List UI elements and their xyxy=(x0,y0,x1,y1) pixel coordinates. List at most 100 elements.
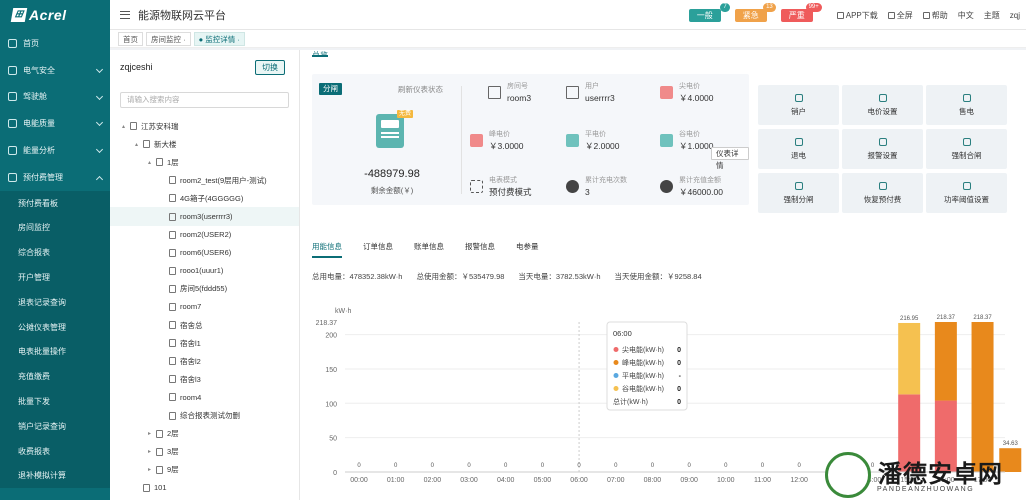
bar-label: 0 xyxy=(724,463,728,469)
chevron-icon xyxy=(95,92,104,100)
tooltip-title: 06:00 xyxy=(613,329,632,338)
tree-node-icon xyxy=(169,212,176,221)
alarm-badge[interactable]: 严重 99+ xyxy=(780,2,822,22)
sidebar-subitem[interactable]: 收费报表 xyxy=(0,438,110,464)
tree-node[interactable]: rooo1(uuur1) xyxy=(110,262,299,280)
info-tab[interactable]: 用能信息 xyxy=(312,241,342,258)
tree-node[interactable]: room3(userrrr3) xyxy=(110,207,299,226)
sidebar-subitem[interactable]: 退表记录查询 xyxy=(0,289,110,315)
sidebar-subitem[interactable]: 退补模拟计算 xyxy=(0,463,110,489)
action-button[interactable]: 销户 xyxy=(758,85,839,125)
x-tick-label: 10:00 xyxy=(717,477,735,484)
sidebar-item[interactable]: 首页 xyxy=(0,30,110,57)
sidebar-subitem[interactable]: 预付费看板 xyxy=(0,190,110,216)
tab-overview[interactable]: 总览 xyxy=(312,50,328,57)
header-link[interactable]: zqj xyxy=(1010,11,1020,20)
action-icon xyxy=(962,181,971,190)
page-tab[interactable]: ● 监控详情 · xyxy=(193,31,245,46)
sidebar-subitem[interactable]: 批量下发 xyxy=(0,389,110,414)
alarm-badge[interactable]: 一般 7 xyxy=(688,2,730,22)
header-link[interactable]: 全屏 xyxy=(887,10,913,21)
action-button[interactable]: 强制合闸 xyxy=(926,129,1007,169)
sidebar-subitem[interactable]: 电表批量操作 xyxy=(0,339,110,365)
tree-toggle-icon[interactable]: ▸ xyxy=(148,466,156,473)
field-label: 尖电价 xyxy=(679,83,700,90)
page-tab[interactable]: 首页 xyxy=(118,31,143,46)
tree-node[interactable]: 综合报表测试勿删 xyxy=(110,407,299,425)
tree-node[interactable]: 宿舍总 xyxy=(110,316,299,334)
info-tabs: 用能信息 订单信息 账单信息 报警信息 电参量 xyxy=(312,241,560,258)
tree-toggle-icon[interactable]: ▸ xyxy=(148,430,156,437)
sidebar-item[interactable]: 预付费管理 xyxy=(0,164,110,191)
tree-node[interactable]: ▸ 3层 xyxy=(110,443,299,461)
switch-button[interactable]: 切换 xyxy=(255,59,285,75)
header-link-label: zqj xyxy=(1009,10,1020,20)
action-button[interactable]: 报警设置 xyxy=(842,129,923,169)
info-tab[interactable]: 报警信息 xyxy=(465,241,495,258)
tooltip-row-label: 总计(kW·h) xyxy=(613,397,648,406)
sidebar-subitem[interactable]: 开户管理 xyxy=(0,265,110,290)
field-label: 累计充值金额 xyxy=(679,177,721,184)
header-link[interactable]: 主题 xyxy=(984,10,1000,21)
field-icon xyxy=(660,134,673,147)
alarm-badge[interactable]: 紧急 13 xyxy=(734,2,776,22)
action-button[interactable]: 售电 xyxy=(926,85,1007,125)
tree-node[interactable]: room2(USER2) xyxy=(110,226,299,244)
tooltip-row-label: 峰电能(kW·h) xyxy=(622,358,664,367)
tree-node-label: 宿舍l1 xyxy=(180,338,201,348)
sidebar-subitem[interactable]: 充值缴费 xyxy=(0,364,110,390)
sidebar-item[interactable]: 电气安全 xyxy=(0,57,110,84)
tree-node[interactable]: 宿舍l1 xyxy=(110,334,299,352)
tree-node[interactable]: 4G箱子(4GGGGG) xyxy=(110,189,299,207)
action-button[interactable]: 功率阈值设置 xyxy=(926,173,1007,213)
sidebar-subitem[interactable]: 房间监控 xyxy=(0,215,110,241)
action-button[interactable]: 强制分闸 xyxy=(758,173,839,213)
bar-label: 0 xyxy=(541,463,545,469)
sidebar-item[interactable]: 驾驶舱 xyxy=(0,84,110,111)
bar-label: 0 xyxy=(394,463,398,469)
tree-node-label: room2(USER2) xyxy=(180,230,232,240)
meter-detail-button[interactable]: 仪表详情 xyxy=(711,147,749,170)
field-value: ￥46000.00 xyxy=(679,187,723,197)
sidebar-subitem[interactable]: 销户记录查询 xyxy=(0,413,110,439)
logo[interactable]: ⊞ Acrel xyxy=(0,0,110,30)
tree-node[interactable]: ▴ 江苏安科瑞 xyxy=(110,117,299,135)
tree-node[interactable]: ▸ 9层 xyxy=(110,461,299,479)
tree-toggle-icon[interactable]: ▴ xyxy=(148,159,156,166)
info-tab[interactable]: 账单信息 xyxy=(414,241,444,258)
tree-node[interactable]: 101 xyxy=(110,479,299,497)
tree-toggle-icon[interactable]: ▸ xyxy=(148,448,156,455)
watermark-logo-icon xyxy=(825,452,871,498)
action-button[interactable]: 电价设置 xyxy=(842,85,923,125)
tree-node[interactable]: 房间5(fddd55) xyxy=(110,280,299,298)
tree-search-input[interactable]: 请输入搜索内容 xyxy=(120,92,289,108)
header-link[interactable]: 帮助 xyxy=(922,10,948,21)
header-link[interactable]: APP下载 xyxy=(836,10,878,21)
page-tab[interactable]: 房间监控 · xyxy=(146,31,191,46)
action-button[interactable]: 退电 xyxy=(758,129,839,169)
refresh-meter-status[interactable]: 刷新仪表状态 xyxy=(398,84,443,95)
tree-node[interactable]: 宿舍l3 xyxy=(110,370,299,388)
action-button[interactable]: 恢复预付费 xyxy=(842,173,923,213)
tree-node[interactable]: room4 xyxy=(110,388,299,406)
tree-node[interactable]: ▴ 新大楼 xyxy=(110,135,299,153)
menu-toggle-icon[interactable] xyxy=(120,10,130,19)
tree-node-label: room4 xyxy=(180,392,202,402)
tree-toggle-icon[interactable]: ▴ xyxy=(122,123,130,130)
sidebar-subitem[interactable]: 公摊仪表管理 xyxy=(0,314,110,340)
action-icon xyxy=(794,93,803,102)
tree-node[interactable]: room6(USER6) xyxy=(110,244,299,262)
tree-toggle-icon[interactable]: ▴ xyxy=(135,141,143,148)
info-tab[interactable]: 订单信息 xyxy=(363,241,393,258)
info-field: 峰电价 ￥3.0000 xyxy=(470,130,524,153)
tree-node[interactable]: ▸ 2层 xyxy=(110,425,299,443)
sidebar-item[interactable]: 电能质量 xyxy=(0,110,110,137)
info-tab[interactable]: 电参量 xyxy=(516,241,539,258)
header-link[interactable]: 中文 xyxy=(958,10,974,21)
tree-node[interactable]: ▴ 1层 xyxy=(110,153,299,171)
tree-node[interactable]: room2_test(9层用户-测试) xyxy=(110,171,299,189)
tree-node[interactable]: room7 xyxy=(110,298,299,316)
sidebar-item[interactable]: 能量分析 xyxy=(0,137,110,164)
tree-node[interactable]: 宿舍l2 xyxy=(110,352,299,370)
sidebar-subitem[interactable]: 综合报表 xyxy=(0,240,110,266)
